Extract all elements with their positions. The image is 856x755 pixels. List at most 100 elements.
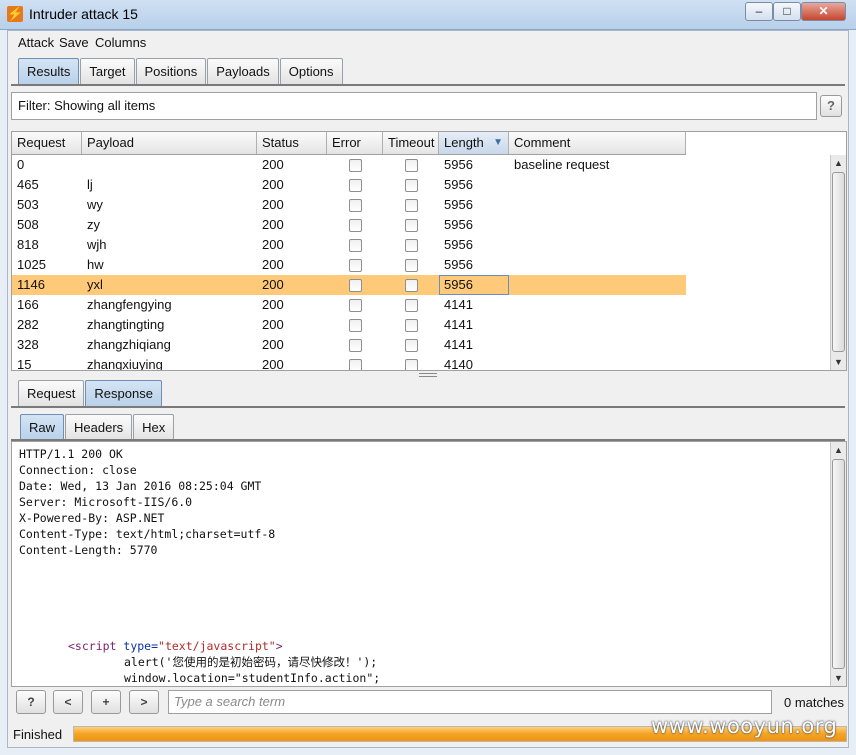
cell-request: 328 — [17, 337, 39, 352]
col-request[interactable]: Request — [12, 132, 82, 154]
table-row[interactable]: 508 zy 200 5956 — [12, 215, 686, 235]
response-headers: HTTP/1.1 200 OK Connection: close Date: We… — [12, 446, 275, 558]
tab-options[interactable]: Options — [279, 58, 343, 84]
error-checkbox — [348, 358, 362, 370]
scroll-up-icon[interactable]: ▲ — [831, 155, 846, 171]
cell-error — [327, 155, 383, 175]
cell-status: 200 — [262, 217, 284, 232]
cell-timeout — [383, 295, 439, 315]
pane-splitter[interactable] — [419, 373, 437, 377]
search-prev-button[interactable]: < — [53, 690, 83, 714]
response-raw-view[interactable]: HTTP/1.1 200 OK Connection: close Date: We… — [11, 441, 847, 687]
tab-results[interactable]: Results — [18, 58, 80, 84]
cell-comment — [509, 275, 686, 295]
scroll-down-icon[interactable]: ▼ — [831, 670, 846, 686]
watermark: www.wooyun.org — [651, 714, 838, 738]
tab-payloads[interactable]: Payloads — [207, 58, 279, 84]
cell-length: 5956 — [444, 157, 473, 172]
cell-payload: zhangxiuying — [87, 357, 163, 371]
cell-error — [327, 275, 383, 295]
response-header-line: Content-Length: 5770 — [19, 543, 158, 557]
table-row[interactable]: 15 zhangxiuying 200 4140 — [12, 355, 686, 371]
response-header-line: Content-Type: text/html;charset=utf-8 — [19, 527, 276, 541]
table-row[interactable]: 1146 yxl 200 5956 — [12, 275, 686, 295]
col-payload[interactable]: Payload — [82, 132, 257, 154]
response-header-line: Server: Microsoft-IIS/6.0 — [19, 495, 193, 509]
table-row[interactable]: 328 zhangzhiqiang 200 4141 — [12, 335, 686, 355]
cell-comment: baseline request — [514, 157, 610, 172]
tab-raw[interactable]: Raw — [20, 414, 65, 440]
cell-error — [327, 195, 383, 215]
menu-attack[interactable]: Attack — [18, 35, 54, 50]
cell-payload: zhangtingting — [87, 317, 165, 332]
search-add-button[interactable]: + — [91, 690, 121, 714]
cell-status: 200 — [262, 257, 284, 272]
col-comment[interactable]: Comment — [509, 132, 686, 154]
cell-timeout — [383, 355, 439, 370]
search-help-button[interactable]: ? — [16, 690, 46, 714]
cell-comment — [509, 195, 686, 215]
tab-response[interactable]: Response — [85, 380, 162, 406]
error-checkbox — [348, 178, 362, 192]
table-scrollbar[interactable]: ▲ ▼ — [830, 155, 846, 370]
cell-request: 1025 — [17, 257, 46, 272]
tab-hex[interactable]: Hex — [133, 414, 175, 440]
cell-error — [327, 175, 383, 195]
timeout-checkbox — [404, 258, 418, 272]
table-row[interactable]: 166 zhangfengying 200 4141 — [12, 295, 686, 315]
script-attr-value: "text/javascript" — [158, 639, 276, 653]
col-error[interactable]: Error — [327, 132, 383, 154]
cell-status: 200 — [262, 177, 284, 192]
scroll-down-icon[interactable]: ▼ — [831, 354, 846, 370]
close-button[interactable]: ✕ — [801, 2, 846, 21]
scroll-up-icon[interactable]: ▲ — [831, 442, 846, 458]
cell-error — [327, 295, 383, 315]
cell-error — [327, 255, 383, 275]
error-checkbox — [348, 338, 362, 352]
search-next-button[interactable]: > — [129, 690, 159, 714]
cell-request: 508 — [17, 217, 39, 232]
tab-headers[interactable]: Headers — [65, 414, 133, 440]
timeout-checkbox — [404, 338, 418, 352]
table-row[interactable]: 818 wjh 200 5956 — [12, 235, 686, 255]
scrollbar-thumb[interactable] — [832, 459, 845, 669]
cell-payload: zhangfengying — [87, 297, 172, 312]
cell-status: 200 — [262, 357, 284, 371]
cell-status: 200 — [262, 337, 284, 352]
col-status[interactable]: Status — [257, 132, 327, 154]
cell-payload: yxl — [87, 277, 103, 292]
minimize-button[interactable]: – — [745, 2, 773, 21]
table-row[interactable]: 1025 hw 200 5956 — [12, 255, 686, 275]
timeout-checkbox — [404, 158, 418, 172]
cell-comment — [509, 335, 686, 355]
tab-request[interactable]: Request — [18, 380, 85, 406]
cell-timeout — [383, 275, 439, 295]
response-header-line: Connection: close — [19, 463, 137, 477]
col-length[interactable]: Length ▼ — [439, 132, 509, 154]
filter-help-button[interactable]: ? — [820, 95, 842, 117]
search-input[interactable]: Type a search term — [168, 690, 772, 714]
table-row[interactable]: 465 lj 200 5956 — [12, 175, 686, 195]
response-scrollbar[interactable]: ▲ ▼ — [830, 442, 846, 686]
cell-comment — [509, 215, 686, 235]
cell-comment — [509, 175, 686, 195]
tab-target[interactable]: Target — [80, 58, 135, 84]
timeout-checkbox — [404, 218, 418, 232]
maximize-button[interactable]: □ — [773, 2, 801, 21]
table-row[interactable]: 282 zhangtingting 200 4141 — [12, 315, 686, 335]
scrollbar-thumb[interactable] — [832, 172, 845, 352]
cell-status: 200 — [262, 237, 284, 252]
menu-save[interactable]: Save — [59, 35, 89, 50]
table-row[interactable]: 0 200 5956 baseline request — [12, 155, 686, 175]
timeout-checkbox — [404, 358, 418, 370]
tab-positions[interactable]: Positions — [135, 58, 207, 84]
table-header: Request Payload Status Error Timeout Len… — [12, 132, 686, 155]
col-timeout[interactable]: Timeout — [383, 132, 439, 154]
filter-bar[interactable]: Filter: Showing all items — [11, 92, 817, 120]
cell-comment — [509, 315, 686, 335]
table-row[interactable]: 503 wy 200 5956 — [12, 195, 686, 215]
cell-request: 166 — [17, 297, 39, 312]
menu-columns[interactable]: Columns — [95, 35, 146, 50]
window-content: Attack Save Columns Results Target Posit… — [7, 30, 849, 748]
cell-length: 5956 — [444, 217, 473, 232]
